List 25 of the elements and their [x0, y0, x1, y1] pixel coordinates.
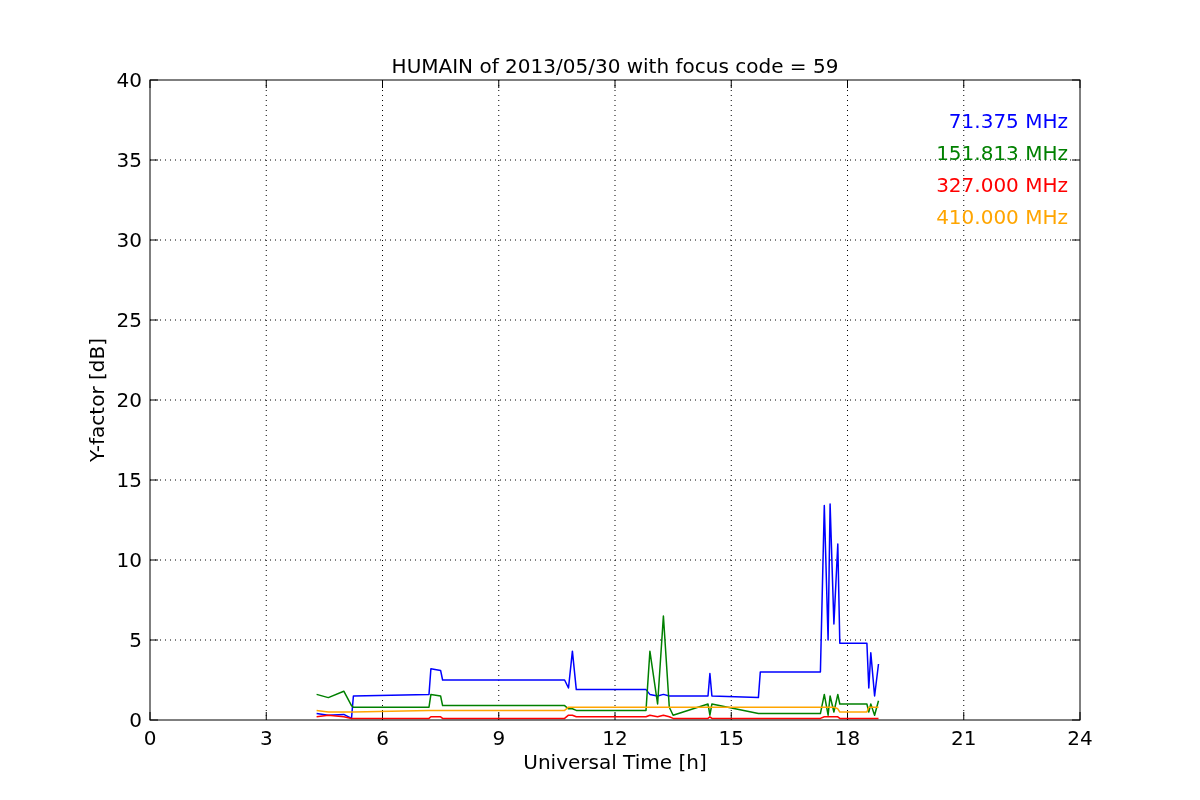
y-tick-label: 25	[116, 308, 142, 332]
x-tick-label: 6	[376, 726, 389, 750]
legend-label: 151.813 MHz	[936, 141, 1068, 165]
y-tick-label: 40	[116, 68, 142, 92]
x-tick-label: 24	[1067, 726, 1093, 750]
legend-label: 71.375 MHz	[948, 109, 1068, 133]
x-axis-label: Universal Time [h]	[523, 750, 707, 774]
y-axis-label: Y-factor [dB]	[85, 338, 109, 462]
x-tick-label: 3	[259, 726, 273, 750]
y-tick-label: 0	[129, 708, 142, 732]
legend-label: 327.000 MHz	[936, 173, 1068, 197]
y-tick-label: 20	[116, 388, 142, 412]
x-tick-label: 21	[951, 726, 977, 750]
x-tick-label: 9	[492, 726, 506, 750]
y-tick-label: 15	[116, 468, 142, 492]
x-tick-label: 18	[834, 726, 861, 750]
y-tick-label: 30	[116, 228, 142, 252]
x-tick-label: 12	[602, 726, 628, 750]
y-tick-label: 10	[116, 548, 142, 572]
legend-label: 410.000 MHz	[936, 205, 1068, 229]
chart-title: HUMAIN of 2013/05/30 with focus code = 59	[391, 54, 839, 78]
y-tick-label: 35	[116, 148, 142, 172]
y-tick-label: 5	[129, 628, 142, 652]
x-tick-label: 0	[143, 726, 157, 750]
x-tick-label: 15	[718, 726, 744, 750]
